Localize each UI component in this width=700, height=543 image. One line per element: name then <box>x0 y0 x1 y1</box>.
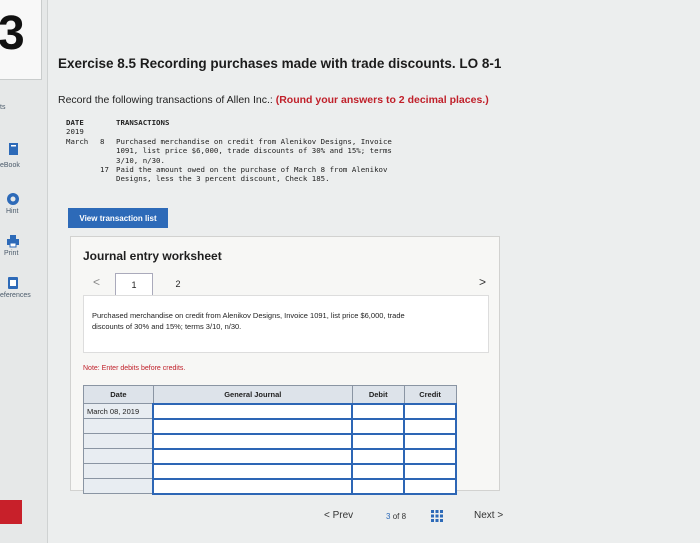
footer-navigation: < Prev 3 of 8 Next > <box>48 500 700 543</box>
worksheet-tab-2[interactable]: 2 <box>159 273 197 295</box>
entry-description: Purchased merchandise on credit from Ale… <box>92 311 405 331</box>
debit-input[interactable] <box>351 432 406 450</box>
debit-input[interactable] <box>351 462 406 480</box>
printer-icon[interactable] <box>6 234 20 248</box>
page-indicator[interactable]: 3 of 8 <box>386 512 406 521</box>
date-header: DATE <box>66 118 84 127</box>
account-input[interactable] <box>152 447 354 465</box>
transaction-year: 2019 <box>66 127 84 137</box>
credit-input[interactable] <box>403 477 457 495</box>
journal-entry-worksheet: Journal entry worksheet < 1 2 > Purchase… <box>70 236 500 495</box>
rounding-note: (Round your answers to 2 decimal places.… <box>275 94 489 106</box>
book-icon[interactable] <box>6 142 20 156</box>
worksheet-tab-1[interactable]: 1 <box>115 273 153 295</box>
chevron-right-icon[interactable]: > <box>479 275 486 289</box>
column-header-general-journal: General Journal <box>152 385 353 404</box>
transaction-month <box>66 165 100 174</box>
transaction-line: Designs, less the 3 percent discount, Ch… <box>116 174 330 184</box>
transaction-line: Purchased merchandise on credit from Ale… <box>116 136 392 146</box>
transaction-line: Paid the amount owed on the purchase of … <box>116 165 388 175</box>
column-header-credit: Credit <box>403 385 457 404</box>
chevron-left-icon[interactable]: < <box>93 275 100 289</box>
credit-input[interactable] <box>403 462 457 480</box>
table-row: March 08, 2019 <box>83 402 457 420</box>
debit-input[interactable] <box>351 402 406 420</box>
transaction-day: 8 <box>100 136 105 146</box>
worksheet-title: Journal entry worksheet <box>83 249 222 263</box>
transactions-block: DATE TRANSACTIONS 2019 March 8 Purchased… <box>66 118 456 184</box>
entry-description-box: Purchased merchandise on credit from Ale… <box>83 295 489 353</box>
page-of: of <box>392 512 400 521</box>
transaction-month: March <box>66 136 89 146</box>
question-number-box: 3 <box>0 0 42 80</box>
debit-input[interactable] <box>351 417 406 435</box>
account-input[interactable] <box>152 462 354 480</box>
main-content: Exercise 8.5 Recording purchases made wi… <box>48 0 700 543</box>
sidebar-item-hint[interactable]: Hint <box>6 208 18 215</box>
exercise-title: Exercise 8.5 Recording purchases made wi… <box>58 56 502 71</box>
account-input[interactable] <box>152 402 354 420</box>
grid-icon[interactable] <box>430 509 444 523</box>
debit-input[interactable] <box>351 447 406 465</box>
question-number: 3 <box>0 7 25 60</box>
sidebar-item-references[interactable]: eferences <box>0 292 31 299</box>
column-header-date: Date <box>83 385 154 404</box>
account-input[interactable] <box>152 432 354 450</box>
table-row <box>83 432 457 450</box>
transaction-line: 1091, list price $6,000, trade discounts… <box>116 146 392 156</box>
next-button[interactable]: Next > <box>474 510 503 521</box>
credit-input[interactable] <box>403 417 457 435</box>
references-icon[interactable] <box>6 276 20 290</box>
table-row <box>83 417 457 435</box>
credit-input[interactable] <box>403 447 457 465</box>
transactions-header: TRANSACTIONS <box>116 118 170 127</box>
date-cell <box>83 433 154 449</box>
instructions: Record the following transactions of All… <box>58 94 489 106</box>
date-cell <box>83 418 154 434</box>
account-input[interactable] <box>152 417 354 435</box>
sidebar-item-ebook[interactable]: eBook <box>0 162 20 169</box>
table-row <box>83 447 457 465</box>
view-transaction-list-button[interactable]: View transaction list <box>68 208 168 228</box>
date-cell <box>83 478 154 494</box>
credit-input[interactable] <box>403 432 457 450</box>
date-cell: March 08, 2019 <box>83 403 154 419</box>
table-row <box>83 477 457 495</box>
sidebar-item-label[interactable]: ts <box>0 104 5 111</box>
journal-table: Date General Journal Debit Credit March … <box>83 385 457 495</box>
date-cell <box>83 463 154 479</box>
page-total: 8 <box>401 512 407 521</box>
account-input[interactable] <box>152 477 354 495</box>
prev-button[interactable]: < Prev <box>324 510 353 521</box>
left-sidebar: 3 ts eBook Hint Print eferences <box>0 0 48 543</box>
debit-input[interactable] <box>351 477 406 495</box>
credit-input[interactable] <box>403 402 457 420</box>
instruction-text: Record the following transactions of All… <box>58 94 273 106</box>
transaction-line: 3/10, n/30. <box>116 155 165 165</box>
debits-note: Note: Enter debits before credits. <box>83 365 186 372</box>
red-corner-tag <box>0 500 22 524</box>
table-row <box>83 462 457 480</box>
transaction-day: 17 <box>100 165 109 175</box>
page-current: 3 <box>386 512 391 521</box>
lifebuoy-icon[interactable] <box>6 192 20 206</box>
date-cell <box>83 448 154 464</box>
column-header-debit: Debit <box>351 385 405 404</box>
sidebar-item-print[interactable]: Print <box>4 250 18 257</box>
